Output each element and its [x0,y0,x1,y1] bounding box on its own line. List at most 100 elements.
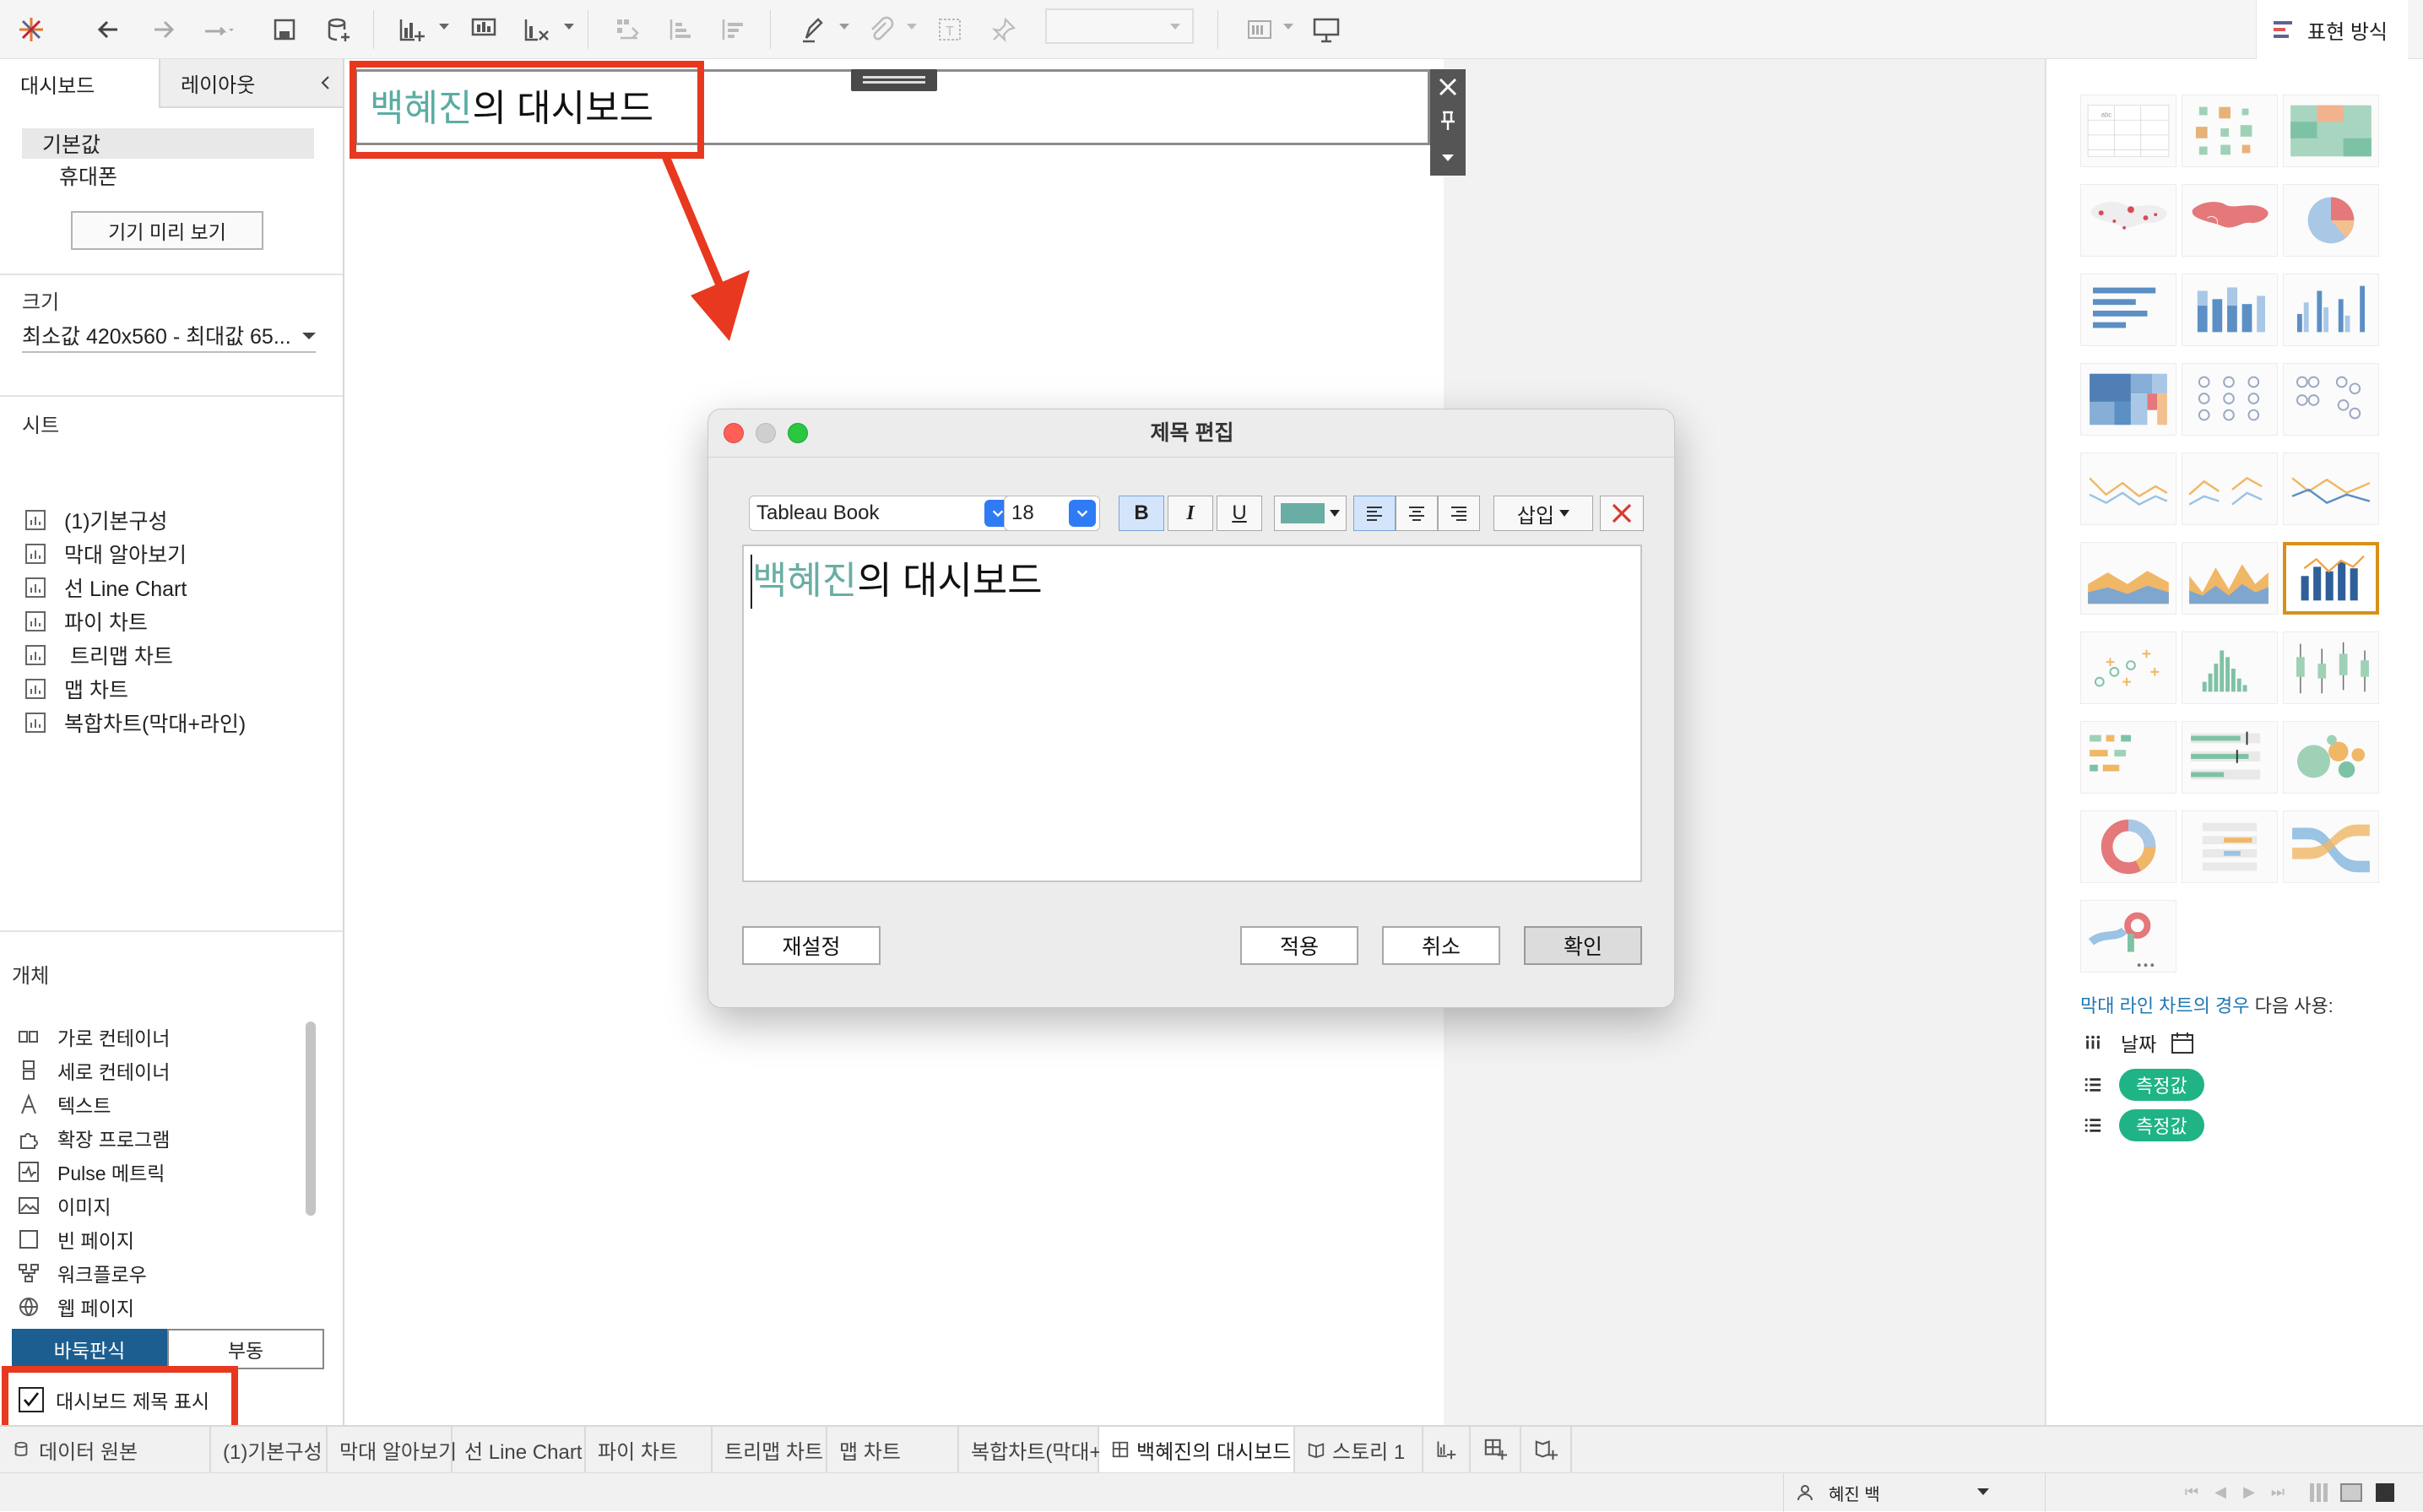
pin-icon[interactable] [981,7,1027,52]
symbol-map-thumb[interactable] [2080,184,2176,257]
clear-sheet-icon[interactable] [513,7,559,52]
underline-button[interactable]: U [1217,496,1262,531]
text-color-picker[interactable] [1274,496,1347,531]
continuous-lines-thumb[interactable] [2080,453,2176,525]
sheet-item[interactable]: 선 Line Chart [24,571,187,604]
sheet-tab[interactable]: 스토리 1 [1295,1427,1423,1472]
highlight-table-thumb[interactable] [2283,95,2379,167]
undo-icon[interactable] [86,7,132,52]
filmstrip-view-icon[interactable] [2340,1483,2362,1502]
next-page-icon[interactable]: ▶ [2239,1482,2259,1502]
filled-map-thumb[interactable] [2182,184,2278,257]
new-dashboard-tab-button[interactable] [1471,1427,1521,1472]
ok-button[interactable]: 확인 [1524,926,1642,965]
last-page-icon[interactable]: ⏭ [2268,1482,2288,1502]
object-item[interactable]: 빈 페이지 [17,1222,134,1256]
object-item[interactable]: 이미지 [17,1189,111,1222]
new-datasource-icon[interactable] [316,7,361,52]
show-cards-icon[interactable] [1238,7,1283,52]
sheet-tab[interactable]: 막대 알아보기 [328,1427,457,1472]
apply-button[interactable]: 적용 [1240,926,1358,965]
packed-bubbles-thumb[interactable] [2283,721,2379,794]
cancel-button[interactable]: 취소 [1382,926,1500,965]
sheet-tab[interactable]: 맵 차트 [827,1427,959,1472]
floating-toggle[interactable]: 부동 [167,1329,324,1369]
sheet-item[interactable]: 막대 알아보기 [24,537,187,571]
user-menu[interactable]: 혜진 백 [1795,1478,1997,1507]
side-by-side-bars-thumb[interactable] [2283,274,2379,346]
new-story-tab-button[interactable] [1521,1427,1572,1472]
align-center-button[interactable] [1396,496,1438,531]
scatter-plot-thumb[interactable] [2080,631,2176,704]
bullet-graph-thumb[interactable] [2182,721,2278,794]
align-left-button[interactable] [1353,496,1396,531]
label-icon[interactable]: T [927,7,973,52]
gantt-thumb[interactable] [2080,721,2176,794]
other-thumb[interactable] [2080,900,2176,973]
donut-thumb[interactable] [2080,810,2176,883]
show-title-checkbox[interactable] [19,1387,44,1412]
annotate-icon[interactable] [858,7,903,52]
collapse-chevron-icon[interactable] [317,74,334,91]
font-family-select[interactable]: Tableau Book [749,496,1016,531]
tableau-logo-icon[interactable] [8,7,54,52]
object-item[interactable]: 워크플로우 [17,1256,147,1290]
device-default[interactable]: 기본값 [22,128,314,159]
title-drag-handle[interactable] [851,69,937,91]
italic-button[interactable]: I [1168,496,1213,531]
title-text-editor[interactable]: 백혜진의 대시보드 [742,545,1642,882]
grid-view-icon[interactable] [2310,1483,2328,1502]
object-item[interactable]: 가로 컨테이너 [17,1020,170,1054]
tab-datasource[interactable]: 데이터 원본 [0,1427,211,1472]
device-preview-button[interactable]: 기기 미리 보기 [71,211,263,250]
showme-toggle[interactable]: 표현 방식 [2256,0,2408,59]
object-item[interactable]: 세로 컨테이너 [17,1054,170,1087]
new-worksheet-icon[interactable] [388,7,434,52]
dual-lines-thumb[interactable] [2283,453,2379,525]
treemap-thumb[interactable] [2080,363,2176,436]
sheet-tab[interactable]: 선 Line Chart [453,1427,586,1472]
sheet-tab[interactable]: (1)기본구성 [211,1427,328,1472]
show-title-checkbox-row[interactable]: 대시보드 제목 표시 [19,1381,209,1418]
dual-combination-thumb[interactable] [2283,542,2379,615]
horizontal-bars-thumb[interactable] [2080,274,2176,346]
sheet-tab[interactable]: 백혜진의 대시보드 [1099,1427,1295,1472]
sheet-item[interactable]: (1)기본구성 [24,503,168,537]
sort-ascending-icon[interactable] [657,7,702,52]
object-item[interactable]: 웹 페이지 [17,1290,134,1324]
fit-dropdown[interactable] [1045,8,1194,44]
sheet-item[interactable]: 맵 차트 [24,672,128,706]
bold-button[interactable]: B [1119,496,1164,531]
objects-scrollbar[interactable] [306,1022,316,1216]
font-size-select[interactable]: 18 [1004,496,1100,531]
sort-descending-icon[interactable] [709,7,755,52]
pie-chart-thumb[interactable] [2283,184,2379,257]
tab-view-icon[interactable] [2376,1483,2394,1502]
device-phone[interactable]: 휴대폰 [59,160,117,191]
more-options-icon[interactable] [1435,145,1461,171]
align-right-button[interactable] [1438,496,1480,531]
side-by-side-circles-thumb[interactable] [2283,363,2379,436]
new-worksheet-tab-button[interactable] [1423,1427,1471,1472]
object-item[interactable]: Pulse 메트릭 [17,1155,165,1189]
showme-hint-link[interactable]: 막대 라인 차트의 경우 [2080,995,2250,1016]
prev-page-icon[interactable]: ◀ [2210,1482,2231,1502]
sankey-thumb[interactable] [2283,810,2379,883]
sheet-item[interactable]: 파이 차트 [24,604,148,638]
measure-pill[interactable]: 측정값 [2119,1069,2204,1101]
tiled-toggle[interactable]: 바둑판식 [12,1329,167,1369]
object-item[interactable]: 확장 프로그램 [17,1121,170,1155]
stacked-bars-thumb[interactable] [2182,274,2278,346]
sheet-item[interactable]: 트리맵 차트 [24,638,173,672]
discrete-lines-thumb[interactable] [2182,453,2278,525]
sheet-tab[interactable]: 트리맵 차트 [713,1427,827,1472]
insert-dropdown[interactable]: 삽입 [1493,496,1593,531]
reset-button[interactable]: 재설정 [742,926,881,965]
object-item[interactable]: 텍스트 [17,1087,111,1121]
pin-icon[interactable] [1435,108,1461,133]
heat-map-thumb[interactable] [2182,95,2278,167]
sheet-tab[interactable]: 복합차트(막대+라인) [959,1427,1146,1472]
tab-dashboard[interactable]: 대시보드 [0,59,159,108]
first-page-icon[interactable]: ⏮ [2182,1482,2202,1502]
circle-views-thumb[interactable] [2182,363,2278,436]
